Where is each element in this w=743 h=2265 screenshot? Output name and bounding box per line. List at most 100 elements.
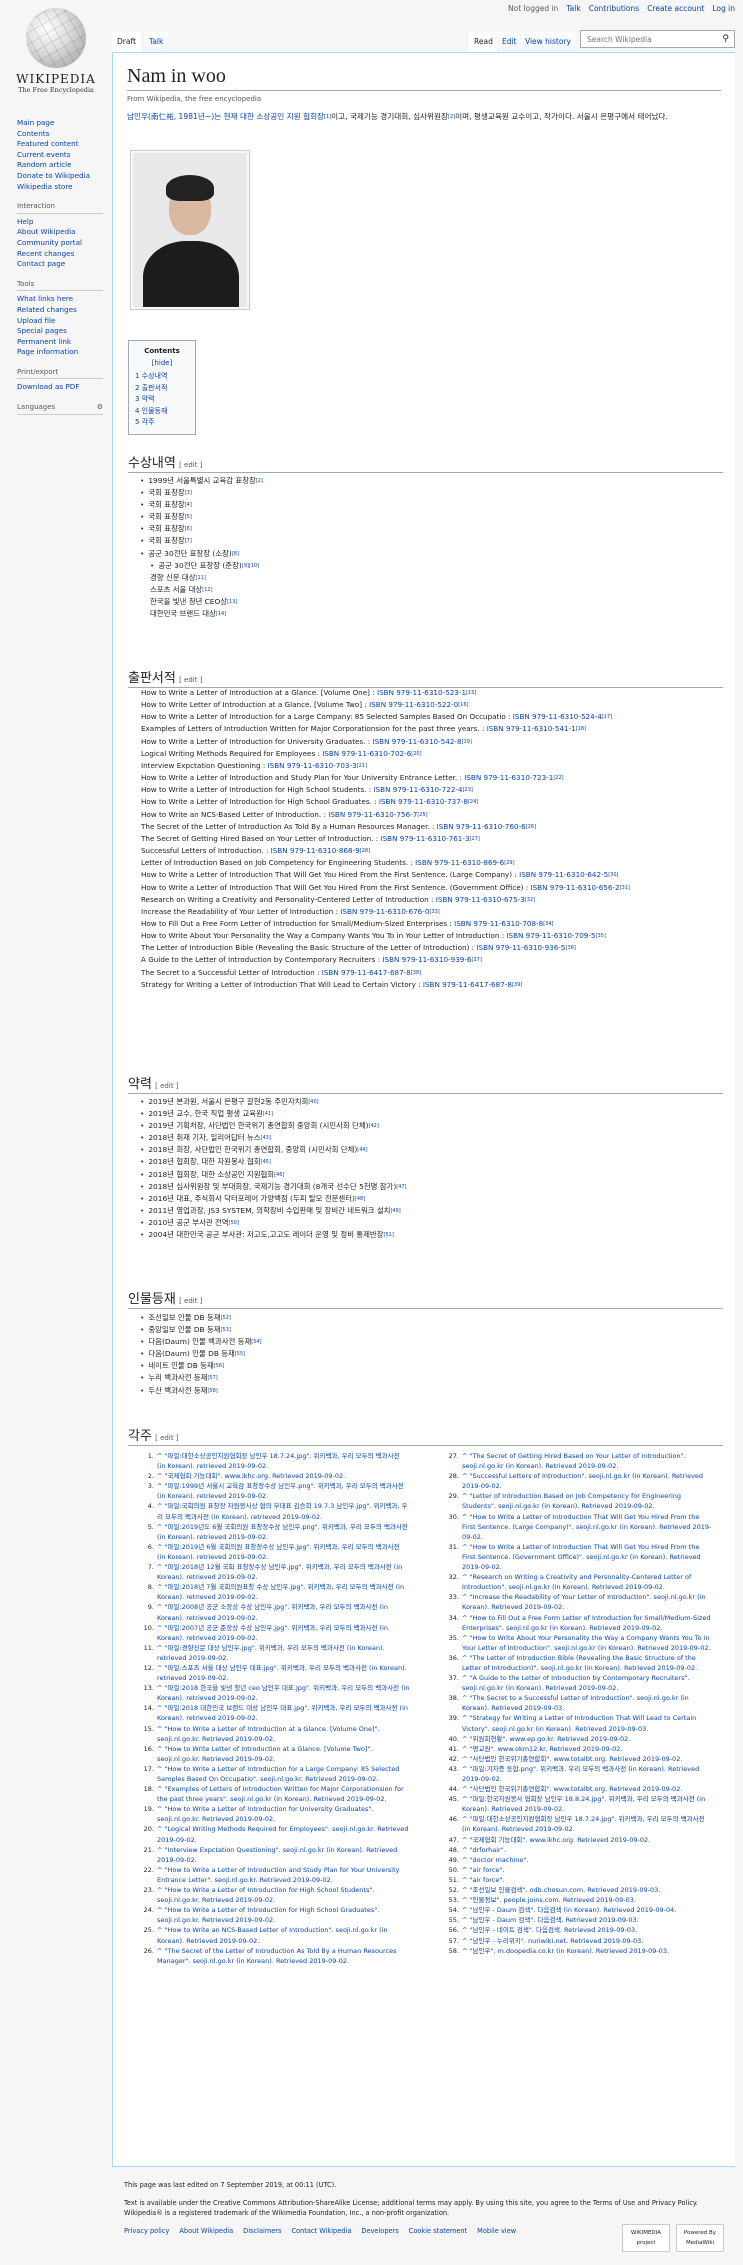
footer-link[interactable]: Developers xyxy=(361,2226,398,2236)
reference-text[interactable]: ^ "The Secret of Getting Hired Based on … xyxy=(462,1451,715,1471)
citation[interactable]: [34] xyxy=(543,921,553,927)
citation[interactable]: [2] xyxy=(256,478,263,484)
isbn-link[interactable]: ISBN 979-11-6310-656-2 xyxy=(531,883,620,892)
toc-item[interactable]: 5 각주 xyxy=(135,417,189,429)
toc-hide-toggle[interactable]: [hide] xyxy=(152,359,173,367)
reference-text[interactable]: ^ "파일:2018 대한민국 브랜드 대상 남인우 대표.jpg". 위키백과… xyxy=(157,1703,410,1723)
isbn-link[interactable]: ISBN 979-11-6310-868-9 xyxy=(271,846,360,855)
citation[interactable]: [8] xyxy=(232,551,239,557)
citation[interactable]: [16] xyxy=(458,702,468,708)
isbn-link[interactable]: ISBN 979-11-6310-709-5 xyxy=(506,931,595,940)
reference-text[interactable]: ^ "How to Write Letter of Introduction a… xyxy=(157,1744,410,1764)
citation[interactable]: [38] xyxy=(411,970,421,976)
citation[interactable]: [45] xyxy=(261,1159,271,1165)
sidebar-item[interactable]: Recent changes xyxy=(17,249,117,260)
tab-talk[interactable]: Talk xyxy=(144,32,169,52)
citation[interactable]: [11] xyxy=(196,575,206,581)
wikimedia-logo[interactable]: WIKIMEDIA project xyxy=(622,2224,670,2252)
reference-text[interactable]: ^ "남인우 - Daum 검색". 다음검색 (in Korean). Ret… xyxy=(462,1905,676,1915)
citation[interactable]: [52] xyxy=(221,1315,231,1321)
citation[interactable]: [3] xyxy=(185,490,192,496)
reference-text[interactable]: ^ "평교원". www.okm12.kr. Retrieved 2019-09… xyxy=(462,1744,623,1754)
create-account-link[interactable]: Create account xyxy=(647,4,704,13)
reference-text[interactable]: ^ "파일:2019년도 6월 국회의원 표창장수상 남인우.png". 위키백… xyxy=(157,1522,410,1542)
citation[interactable]: [40] xyxy=(308,1099,318,1105)
citation[interactable]: [31] xyxy=(620,885,630,891)
reference-text[interactable]: ^ "파일:2018년 7월 국회의원표창 수상 남인우.jpg". 위키백과,… xyxy=(157,1582,410,1602)
reference-text[interactable]: ^ "사단법인 한국위기총연합회". www.totalbt.org. Retr… xyxy=(462,1754,682,1764)
reference-text[interactable]: ^ "The Letter of Introduction Bible (Rev… xyxy=(462,1653,715,1673)
wikipedia-logo[interactable]: WIKIPEDIA The Free Encyclopedia xyxy=(10,8,102,94)
reference-text[interactable]: ^ "air force". xyxy=(462,1875,504,1885)
sidebar-item[interactable]: Current events xyxy=(17,150,117,161)
edit-link[interactable]: [ edit ] xyxy=(179,1297,202,1305)
reference-text[interactable]: ^ "The Secret of the Letter of Introduct… xyxy=(157,1946,410,1966)
reference-text[interactable]: ^ "A Guide to the Letter of Introduction… xyxy=(462,1673,715,1693)
reference-text[interactable]: ^ "How to Write a Letter of Introduction… xyxy=(462,1542,715,1572)
sidebar-item[interactable]: Random article xyxy=(17,160,117,171)
reference-text[interactable]: ^ "파일:스포츠 서울 대상 남인우 대표.jpg". 위키백과, 우리 모두… xyxy=(157,1663,410,1683)
citation[interactable]: [28] xyxy=(360,848,370,854)
citation[interactable]: [57] xyxy=(207,1375,217,1381)
citation[interactable]: [18] xyxy=(576,726,586,732)
talk-link[interactable]: Talk xyxy=(566,4,580,13)
reference-text[interactable]: ^ "사단법인 한국위기총연합회". www.totalbt.org. Retr… xyxy=(462,1784,682,1794)
isbn-link[interactable]: ISBN 979-11-6310-869-6 xyxy=(415,858,504,867)
sidebar-item[interactable]: Contact page xyxy=(17,259,117,270)
citation[interactable]: [22] xyxy=(553,775,563,781)
reference-text[interactable]: ^ "How to Write About Your Personality t… xyxy=(462,1633,715,1653)
reference-text[interactable]: ^ "doctor machine". xyxy=(462,1855,528,1865)
isbn-link[interactable]: ISBN 979-11-6310-642-5 xyxy=(519,870,608,879)
citation[interactable]: [15] xyxy=(466,690,476,696)
isbn-link[interactable]: ISBN 979-11-6310-761-3 xyxy=(380,834,469,843)
sidebar-item[interactable]: Contents xyxy=(17,129,117,140)
reference-text[interactable]: ^ "How to Write an NCS-Based Letter of I… xyxy=(157,1925,410,1945)
citation[interactable]: [35] xyxy=(596,933,606,939)
contributions-link[interactable]: Contributions xyxy=(589,4,639,13)
citation[interactable]: [51] xyxy=(384,1232,394,1238)
footer-link[interactable]: About Wikipedia xyxy=(179,2226,233,2236)
reference-text[interactable]: ^ "Strategy for Writing a Letter of Intr… xyxy=(462,1713,715,1733)
citation[interactable]: [30] xyxy=(608,872,618,878)
reference-text[interactable]: ^ "drforhair". xyxy=(462,1845,506,1855)
tab-view-history[interactable]: View history xyxy=(520,32,576,52)
reference-text[interactable]: ^ "How to Write a Letter of Introduction… xyxy=(157,1764,410,1784)
citation[interactable]: [12] xyxy=(202,587,212,593)
citation[interactable]: [14] xyxy=(216,611,226,617)
edit-link[interactable]: [ edit ] xyxy=(155,1082,178,1090)
portrait-image[interactable] xyxy=(130,150,250,310)
citation[interactable]: [23] xyxy=(463,787,473,793)
footer-link[interactable]: Contact Wikipedia xyxy=(291,2226,351,2236)
citation[interactable]: [54] xyxy=(251,1339,261,1345)
reference-text[interactable]: ^ "파일:2018년 12월 국회 표창장수상 남인우.jpg". 위키백과,… xyxy=(157,1562,410,1582)
reference-text[interactable]: ^ "Research on Writing a Creativity and … xyxy=(462,1572,715,1592)
citation[interactable]: [19] xyxy=(462,739,472,745)
lead-link-name[interactable]: 남인우(南仁祐, 1981년~)는 현재 대한 소상공인 지원 협회장 xyxy=(127,112,324,121)
reference-text[interactable]: ^ "파일:한국자원봉사 협회장 남인우 18.8.24.jpg". 위키백과,… xyxy=(462,1794,715,1814)
isbn-link[interactable]: ISBN 979-11-6417-687-8 xyxy=(322,968,411,977)
citation[interactable]: [55] xyxy=(235,1351,245,1357)
citation[interactable]: [49] xyxy=(390,1208,400,1214)
citation[interactable]: [20] xyxy=(411,751,421,757)
reference-text[interactable]: ^ "How to Write a Letter of Introduction… xyxy=(462,1512,715,1542)
sidebar-item[interactable]: Special pages xyxy=(17,326,117,337)
isbn-link[interactable]: ISBN 979-11-6310-703-3 xyxy=(268,761,357,770)
isbn-link[interactable]: ISBN 979-11-6310-675-3 xyxy=(436,895,525,904)
citation[interactable]: [25] xyxy=(417,812,427,818)
isbn-link[interactable]: ISBN 979-11-6310-939-6 xyxy=(382,955,471,964)
edit-link[interactable]: [ edit ] xyxy=(155,1434,178,1442)
citation[interactable]: [21] xyxy=(357,763,367,769)
reference-text[interactable]: ^ "How to Write a Letter of Introduction… xyxy=(157,1865,410,1885)
search-input[interactable]: Search Wikipedia ⚲ xyxy=(580,30,735,48)
reference-text[interactable]: ^ "위원회현황". www.ep.go.kr. Retrieved 2019-… xyxy=(462,1734,630,1744)
isbn-link[interactable]: ISBN 979-11-6310-541-1 xyxy=(487,724,576,733)
sidebar-item[interactable]: What links here xyxy=(17,294,117,305)
citation[interactable]: [42] xyxy=(369,1123,379,1129)
toc-item[interactable]: 3 약력 xyxy=(135,394,189,406)
sidebar-item[interactable]: Main page xyxy=(17,118,117,129)
reference-text[interactable]: ^ "Logical Writing Methods Required for … xyxy=(157,1824,410,1844)
citation[interactable]: [5] xyxy=(185,514,192,520)
mediawiki-logo[interactable]: Powered By MediaWiki xyxy=(676,2224,724,2252)
edit-link[interactable]: [ edit ] xyxy=(179,676,202,684)
citation[interactable]: [24] xyxy=(468,799,478,805)
